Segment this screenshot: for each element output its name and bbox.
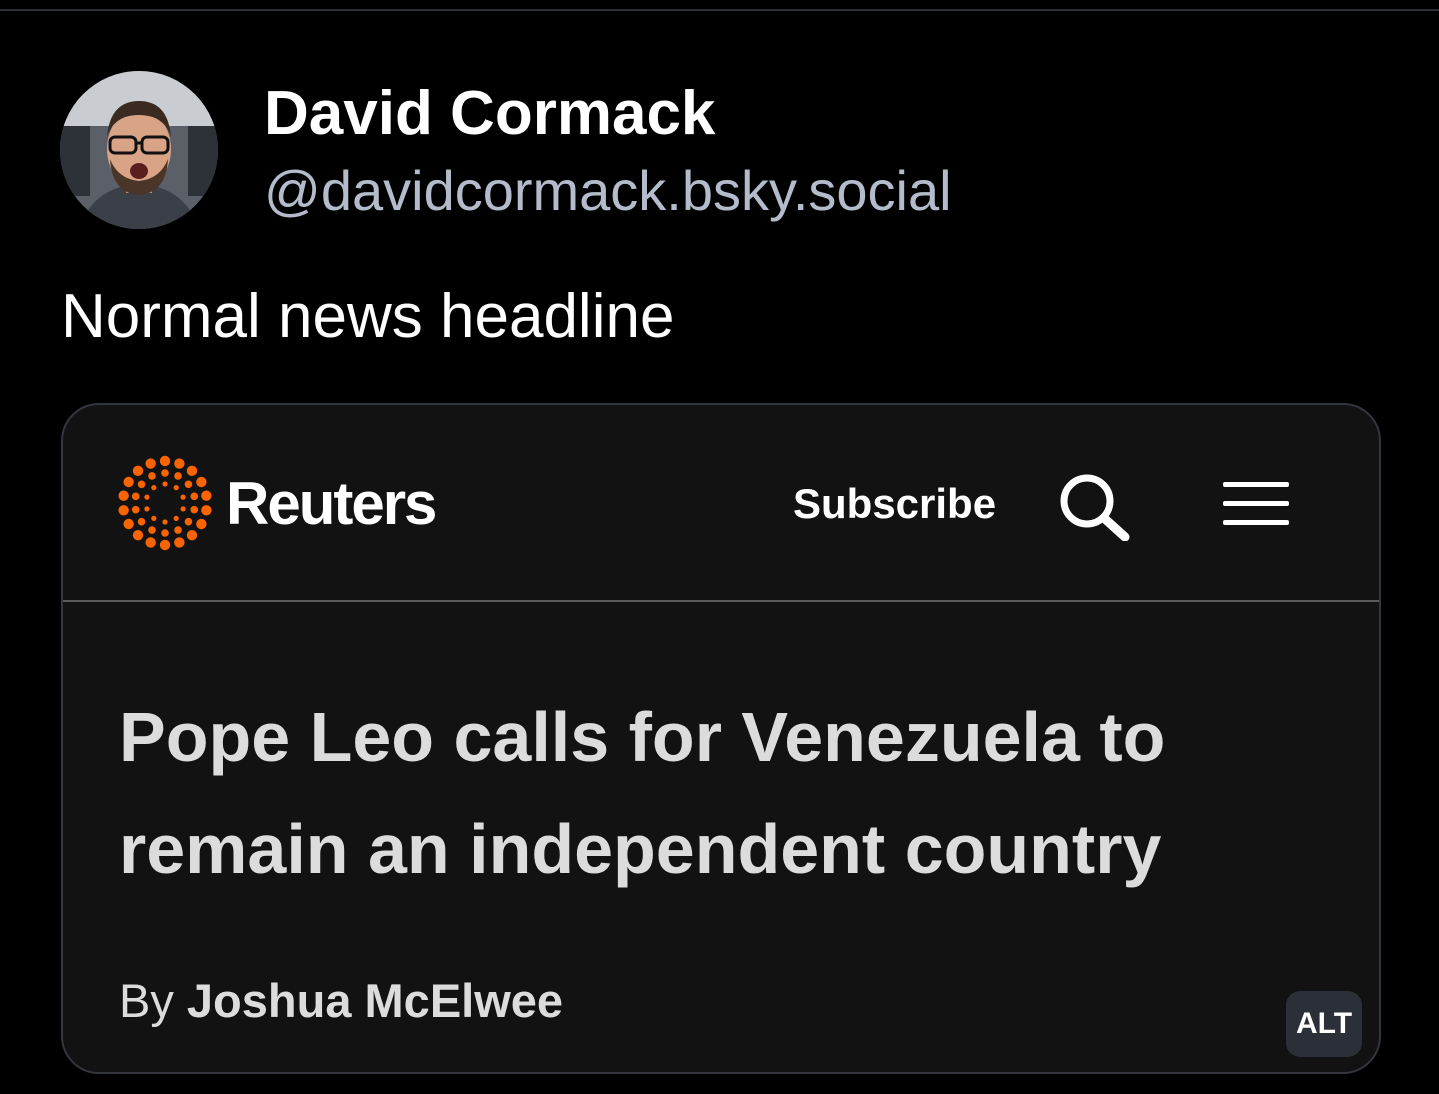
byline-author: Joshua McElwee	[186, 974, 564, 1027]
logo-dot	[173, 485, 179, 491]
logo-dot	[180, 506, 186, 512]
logo-dot	[184, 480, 193, 489]
logo-dot	[174, 472, 182, 480]
top-divider	[0, 9, 1439, 11]
logo-dot	[190, 505, 199, 514]
logo-dot	[145, 537, 156, 548]
reuters-wordmark: Reuters	[226, 470, 437, 537]
logo-dot	[132, 529, 144, 541]
logo-dot	[144, 494, 150, 500]
logo-dot	[131, 492, 140, 501]
logo-dot	[159, 539, 171, 551]
article-headline: Pope Leo calls for Venezuela to remain a…	[119, 698, 1166, 888]
embedded-image-card[interactable]: Reuters Subscribe Pope Leo calls for Ven…	[61, 403, 1381, 1074]
logo-dot	[132, 465, 144, 477]
logo-dot	[123, 518, 134, 530]
logo-dot	[148, 472, 156, 480]
avatar-image	[60, 71, 218, 229]
logo-dot	[137, 517, 146, 526]
logo-dot	[184, 517, 193, 526]
logo-dot	[144, 506, 150, 512]
reuters-header: Reuters Subscribe	[63, 405, 1379, 600]
logo-dot	[201, 505, 212, 516]
logo-dot	[186, 529, 198, 541]
post-text: Normal news headline	[61, 282, 675, 351]
subscribe-button[interactable]: Subscribe	[793, 480, 996, 527]
search-icon[interactable]	[1053, 471, 1133, 541]
logo-dot	[174, 537, 185, 548]
logo-dot	[118, 490, 129, 501]
logo-dot	[190, 492, 199, 501]
byline-prefix: By	[119, 974, 174, 1027]
logo-dot	[145, 458, 156, 469]
logo-dot	[180, 494, 186, 500]
logo-dot	[162, 519, 168, 525]
logo-dot	[196, 518, 207, 530]
logo-dot	[174, 458, 185, 469]
alt-text-button[interactable]: ALT	[1286, 991, 1362, 1057]
avatar[interactable]	[60, 71, 218, 229]
logo-dot	[151, 485, 157, 491]
logo-dot	[151, 515, 157, 521]
logo-dot	[123, 476, 134, 488]
logo-dot	[196, 476, 207, 488]
author-handle[interactable]: @davidcormack.bsky.social	[264, 160, 952, 222]
logo-dot	[137, 480, 146, 489]
article-byline: By Joshua McElwee	[119, 975, 563, 1027]
logo-dot	[118, 505, 129, 516]
logo-dot	[186, 465, 198, 477]
logo-dot	[161, 469, 169, 477]
logo-dot	[173, 515, 179, 521]
reuters-logo-icon	[118, 455, 212, 551]
hamburger-menu-icon[interactable]	[1223, 480, 1289, 528]
logo-dot	[148, 526, 156, 534]
logo-dot	[201, 490, 212, 501]
logo-dot	[162, 481, 168, 487]
logo-dot	[161, 529, 169, 537]
header-divider	[63, 600, 1379, 602]
logo-dot	[159, 455, 171, 467]
logo-dot	[174, 526, 182, 534]
logo-dot	[131, 505, 140, 514]
author-display-name[interactable]: David Cormack	[264, 79, 715, 148]
